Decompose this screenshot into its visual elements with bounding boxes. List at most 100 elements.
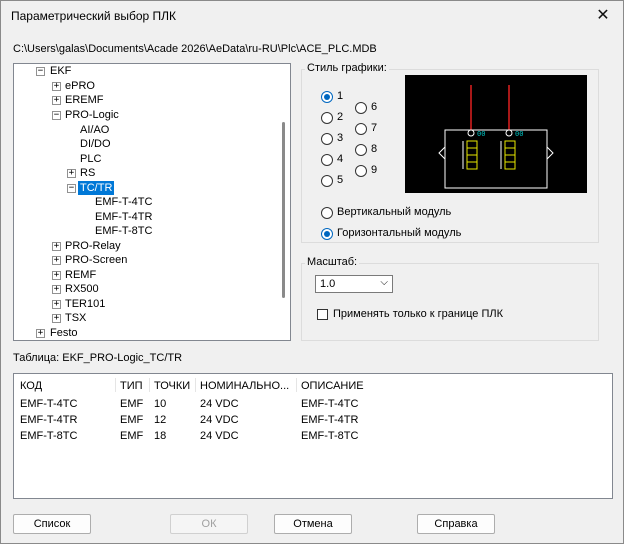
tree-item-pro-relay[interactable]: + PRO-Relay (14, 239, 276, 253)
scale-label: Масштаб: (305, 256, 360, 268)
plc-select-dialog: Параметрический выбор ПЛК ✕ C:\Users\gal… (0, 0, 624, 544)
close-icon[interactable]: ✕ (593, 6, 613, 26)
tree-item-epro[interactable]: + ePRO (14, 79, 276, 93)
cell-description: EMF-T-4TR (301, 414, 359, 426)
tree-item-ekf[interactable]: − EKF (14, 64, 276, 78)
style-radio-6[interactable] (355, 102, 367, 114)
collapse-icon[interactable]: − (67, 184, 76, 193)
tree-item-emf-t-8tc[interactable]: EMF-T-8TC (14, 224, 276, 238)
cell-code: EMF-T-4TC (20, 398, 78, 410)
style-radio-1-label: 1 (337, 90, 344, 102)
tree-item-emf-t-4tc[interactable]: EMF-T-4TC (14, 195, 276, 209)
tree-item-di-do[interactable]: DI/DO (14, 137, 276, 151)
tree-item-label: TER101 (65, 298, 106, 310)
style-radio-2-label: 2 (337, 111, 344, 123)
tree-item-label: EREMF (65, 94, 104, 106)
expand-icon[interactable]: + (52, 271, 61, 280)
list-button[interactable]: Список (13, 514, 91, 534)
svg-text:00: 00 (477, 130, 485, 138)
expand-icon[interactable]: + (36, 329, 45, 338)
graphic-style-label: Стиль графики: (305, 62, 389, 74)
tree-item-remf[interactable]: + REMF (14, 268, 276, 282)
ok-button[interactable]: ОК (170, 514, 248, 534)
cell-code: EMF-T-4TR (20, 414, 78, 426)
database-path: C:\Users\galas\Documents\Acade 2026\AeDa… (13, 43, 377, 55)
tree-item-label: EMF-T-4TR (95, 211, 153, 223)
tree-item-tc-tr[interactable]: − TC/TR (14, 181, 276, 195)
tree-item-pro-logic[interactable]: − PRO-Logic (14, 108, 276, 122)
graphic-style-preview: 00 00 (405, 75, 587, 193)
plc-tree[interactable]: − EKF + ePRO + EREMF − PRO-Logic AI/AO D… (13, 63, 291, 341)
cell-points: 18 (154, 430, 167, 442)
tree-item-emf-t-4tr[interactable]: EMF-T-4TR (14, 210, 276, 224)
tree-item-rs[interactable]: + RS (14, 166, 276, 180)
plc-table[interactable]: КОД ТИП ТОЧКИ НОМИНАЛЬНО... ОПИСАНИЕ EMF… (13, 373, 613, 499)
tree-item-label: PLC (80, 153, 102, 165)
cell-description: EMF-T-4TC (301, 398, 359, 410)
tree-item-label: RS (80, 167, 96, 179)
column-header-points[interactable]: ТОЧКИ (154, 380, 190, 392)
column-divider[interactable] (149, 378, 150, 392)
cell-rating: 24 VDC (200, 414, 239, 426)
style-radio-7[interactable] (355, 123, 367, 135)
tree-item-festo[interactable]: + Festo (14, 326, 276, 340)
expand-icon[interactable]: + (52, 256, 61, 265)
vertical-module-radio[interactable] (321, 207, 333, 219)
style-radio-3[interactable] (321, 133, 333, 145)
tree-item-label: ePRO (65, 80, 95, 92)
tree-item-tsx[interactable]: + TSX (14, 311, 276, 325)
tree-item-rx500[interactable]: + RX500 (14, 282, 276, 296)
expand-icon[interactable]: + (52, 314, 61, 323)
style-radio-8[interactable] (355, 144, 367, 156)
style-radio-9[interactable] (355, 165, 367, 177)
tree-item-label: DI/DO (80, 138, 111, 150)
cell-type: EMF (120, 414, 144, 426)
tree-item-pro-screen[interactable]: + PRO-Screen (14, 253, 276, 267)
style-radio-3-label: 3 (337, 132, 344, 144)
tree-item-plc[interactable]: PLC (14, 152, 276, 166)
style-radio-6-label: 6 (371, 101, 378, 113)
style-radio-4[interactable] (321, 154, 333, 166)
tree-scrollbar[interactable] (278, 64, 290, 338)
expand-icon[interactable]: + (52, 300, 61, 309)
column-divider[interactable] (195, 378, 196, 392)
cell-points: 12 (154, 414, 167, 426)
collapse-icon[interactable]: − (36, 67, 45, 76)
tree-item-label: PRO-Relay (65, 240, 121, 252)
tree-item-label: TSX (65, 312, 87, 324)
style-radio-7-label: 7 (371, 122, 378, 134)
style-radio-5[interactable] (321, 175, 333, 187)
style-radio-2[interactable] (321, 112, 333, 124)
tree-item-label: Festo (50, 327, 78, 339)
tree-item-eremf[interactable]: + EREMF (14, 93, 276, 107)
plc-border-only-checkbox[interactable] (317, 309, 328, 320)
column-divider[interactable] (115, 378, 116, 392)
scale-select[interactable]: 1.0 ⌵ (315, 275, 393, 293)
collapse-icon[interactable]: − (52, 111, 61, 120)
expand-icon[interactable]: + (52, 96, 61, 105)
expand-icon[interactable]: + (67, 169, 76, 178)
help-button[interactable]: Справка (417, 514, 495, 534)
column-header-rating[interactable]: НОМИНАЛЬНО... (200, 380, 289, 392)
window-title: Параметрический выбор ПЛК (11, 9, 177, 23)
horizontal-module-radio[interactable] (321, 228, 333, 240)
column-header-code[interactable]: КОД (20, 380, 42, 392)
tree-item-label: PRO-Screen (65, 254, 128, 266)
column-header-type[interactable]: ТИП (120, 380, 143, 392)
style-radio-5-label: 5 (337, 174, 344, 186)
expand-icon[interactable]: + (52, 242, 61, 251)
column-divider[interactable] (296, 378, 297, 392)
cancel-button[interactable]: Отмена (274, 514, 352, 534)
cell-code: EMF-T-8TC (20, 430, 78, 442)
style-radio-1[interactable] (321, 91, 333, 103)
expand-icon[interactable]: + (52, 82, 61, 91)
tree-item-ai-ao[interactable]: AI/AO (14, 123, 276, 137)
tree-item-ter101[interactable]: + TER101 (14, 297, 276, 311)
tree-item-label: EMF-T-4TC (95, 196, 153, 208)
expand-icon[interactable]: + (52, 285, 61, 294)
scrollbar-thumb[interactable] (282, 122, 285, 298)
svg-text:00: 00 (515, 130, 523, 138)
tree-item-label: RX500 (65, 283, 99, 295)
column-header-description[interactable]: ОПИСАНИЕ (301, 380, 364, 392)
cell-rating: 24 VDC (200, 398, 239, 410)
